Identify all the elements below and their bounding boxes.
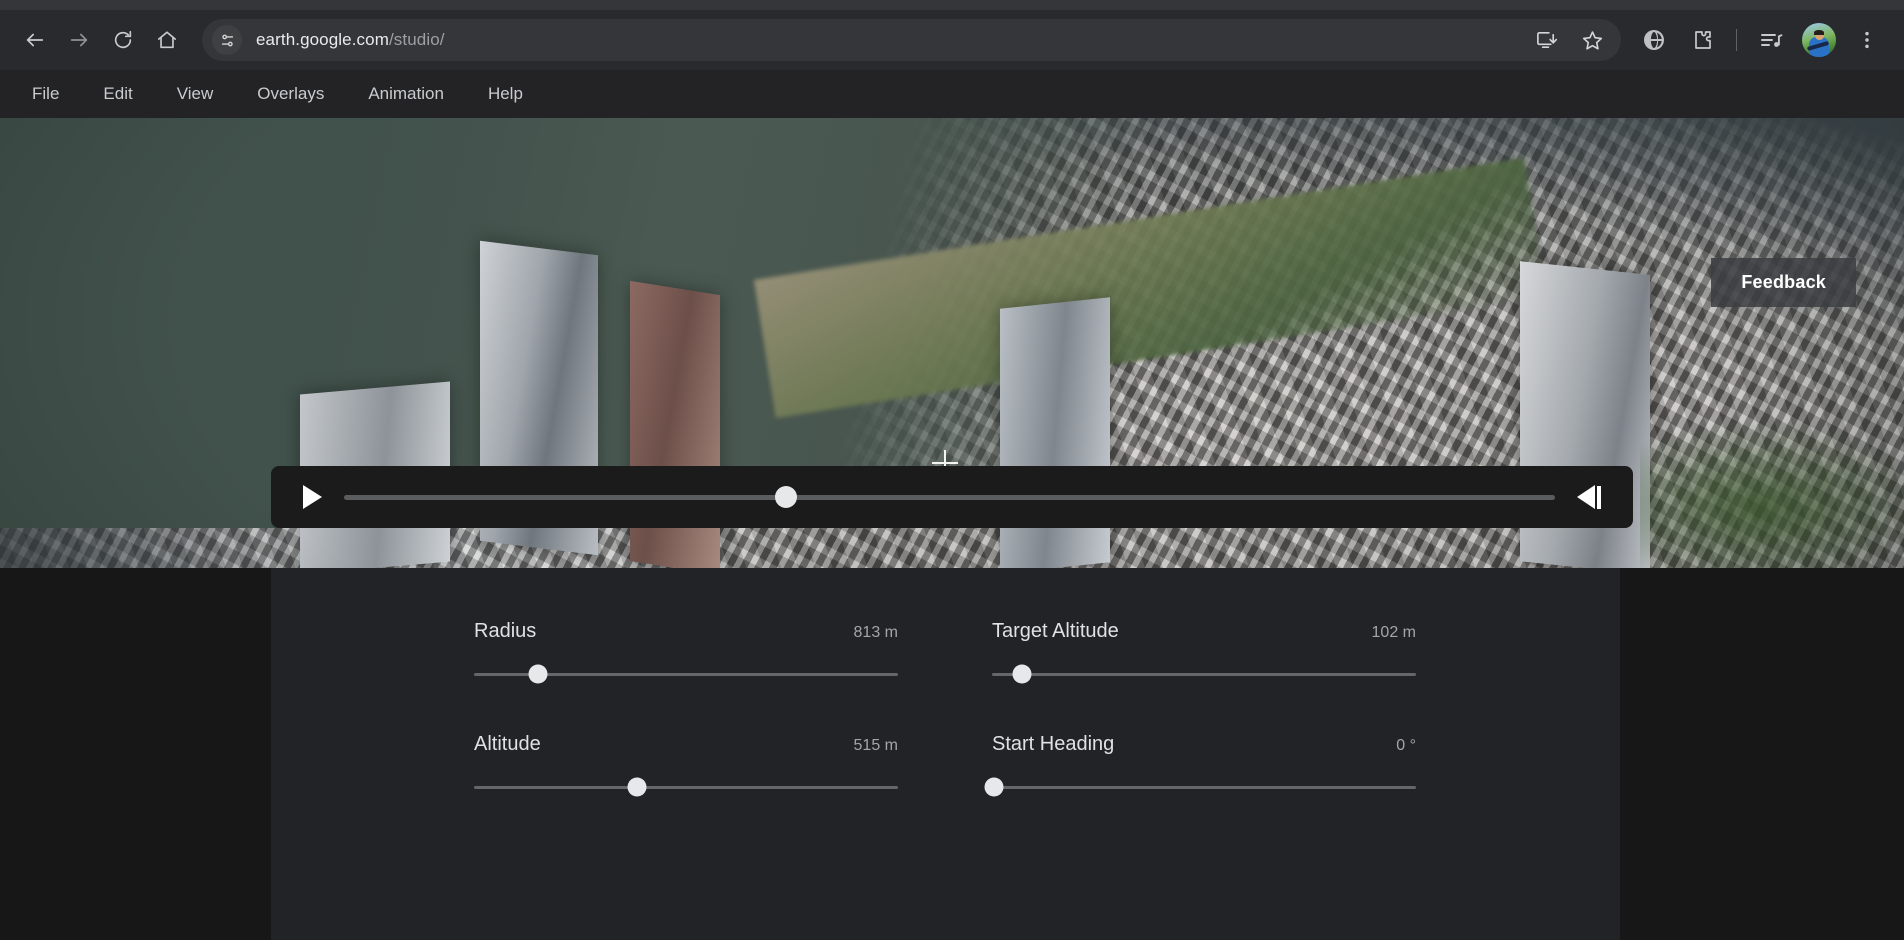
slider-target-altitude: Target Altitude 102 m [992,620,1416,684]
menu-item-animation[interactable]: Animation [346,70,466,118]
media-playlist-icon[interactable] [1748,17,1794,63]
camera-settings-panel: Radius 813 m Target Altitude 102 m Altit… [271,568,1620,940]
forward-arrow-icon [68,29,90,51]
playback-bar [271,466,1633,528]
menu-item-view[interactable]: View [155,70,236,118]
reload-button[interactable] [102,19,144,61]
slider-rail-start-heading[interactable] [984,777,1416,797]
play-icon [303,485,322,509]
slider-label-target-altitude: Target Altitude [992,620,1119,642]
reload-icon [112,29,134,51]
slider-rail-radius[interactable] [474,664,898,684]
slider-start-heading: Start Heading 0 ° [984,733,1416,797]
install-app-icon[interactable] [1523,17,1569,63]
slider-value-radius: 813 m [853,624,898,641]
slider-label-altitude: Altitude [474,733,541,755]
profile-avatar-icon[interactable] [1796,17,1842,63]
slider-altitude: Altitude 515 m [474,733,898,797]
translate-globe-icon[interactable] [1631,17,1677,63]
slider-rail-target-altitude[interactable] [992,664,1416,684]
slider-label-start-heading: Start Heading [992,733,1115,755]
slider-label-radius: Radius [474,620,537,642]
avatar [1802,23,1836,57]
back-arrow-icon [24,29,46,51]
slider-value-altitude: 515 m [853,737,898,754]
slider-rail-altitude[interactable] [474,777,898,797]
slider-header: Target Altitude 102 m [992,620,1416,643]
omnibox-actions [1523,17,1621,63]
slider-thumb-target-altitude[interactable] [1012,664,1032,684]
slider-track [992,785,1416,789]
slider-value-target-altitude: 102 m [1371,624,1416,641]
url-path: /studio/ [388,30,445,49]
slider-thumb-altitude[interactable] [627,777,647,797]
browser-toolbar: earth.google.com/studio/ [0,10,1904,70]
slider-header: Start Heading 0 ° [992,733,1416,756]
slider-thumb-start-heading[interactable] [984,777,1004,797]
slider-header: Radius 813 m [474,620,898,643]
three-dot-menu-icon[interactable] [1844,17,1890,63]
toolbar-divider [1736,29,1737,51]
slider-track [474,785,898,789]
earth-3d-viewport[interactable]: Feedback [0,118,1904,568]
skip-to-start-bar [1597,485,1601,509]
bookmark-star-icon[interactable] [1569,17,1615,63]
park-greenery [1640,418,1904,568]
menu-item-overlays[interactable]: Overlays [235,70,346,118]
slider-radius: Radius 813 m [474,620,898,684]
timeline-track [344,494,1555,500]
slider-thumb-radius[interactable] [528,664,548,684]
site-settings-icon[interactable] [212,25,242,55]
menu-item-file[interactable]: File [10,70,81,118]
skip-to-start-button[interactable] [1577,485,1601,509]
skip-to-start-icon [1577,485,1595,509]
bottom-control-area: Radius 813 m Target Altitude 102 m Altit… [0,568,1904,940]
menu-item-help[interactable]: Help [466,70,545,118]
slider-header: Altitude 515 m [474,733,898,756]
menu-item-edit[interactable]: Edit [81,70,154,118]
avatar-hair [1814,29,1825,35]
home-icon [156,29,178,51]
home-button[interactable] [146,19,188,61]
slider-grid: Radius 813 m Target Altitude 102 m Altit… [474,620,1444,797]
address-bar-text: earth.google.com/studio/ [256,30,445,50]
slider-track [992,672,1416,676]
browser-tabstrip [0,0,1904,10]
timeline-thumb[interactable] [775,486,797,508]
timeline-scrubber[interactable] [344,486,1555,508]
slider-value-start-heading: 0 ° [1396,737,1416,754]
feedback-button[interactable]: Feedback [1711,258,1856,307]
url-host: earth.google.com [256,30,389,49]
extensions-puzzle-icon[interactable] [1679,17,1725,63]
forward-button[interactable] [58,19,100,61]
address-bar[interactable]: earth.google.com/studio/ [202,19,1621,61]
app-menubar: File Edit View Overlays Animation Help [0,70,1904,118]
play-button[interactable] [297,485,322,509]
back-button[interactable] [14,19,56,61]
